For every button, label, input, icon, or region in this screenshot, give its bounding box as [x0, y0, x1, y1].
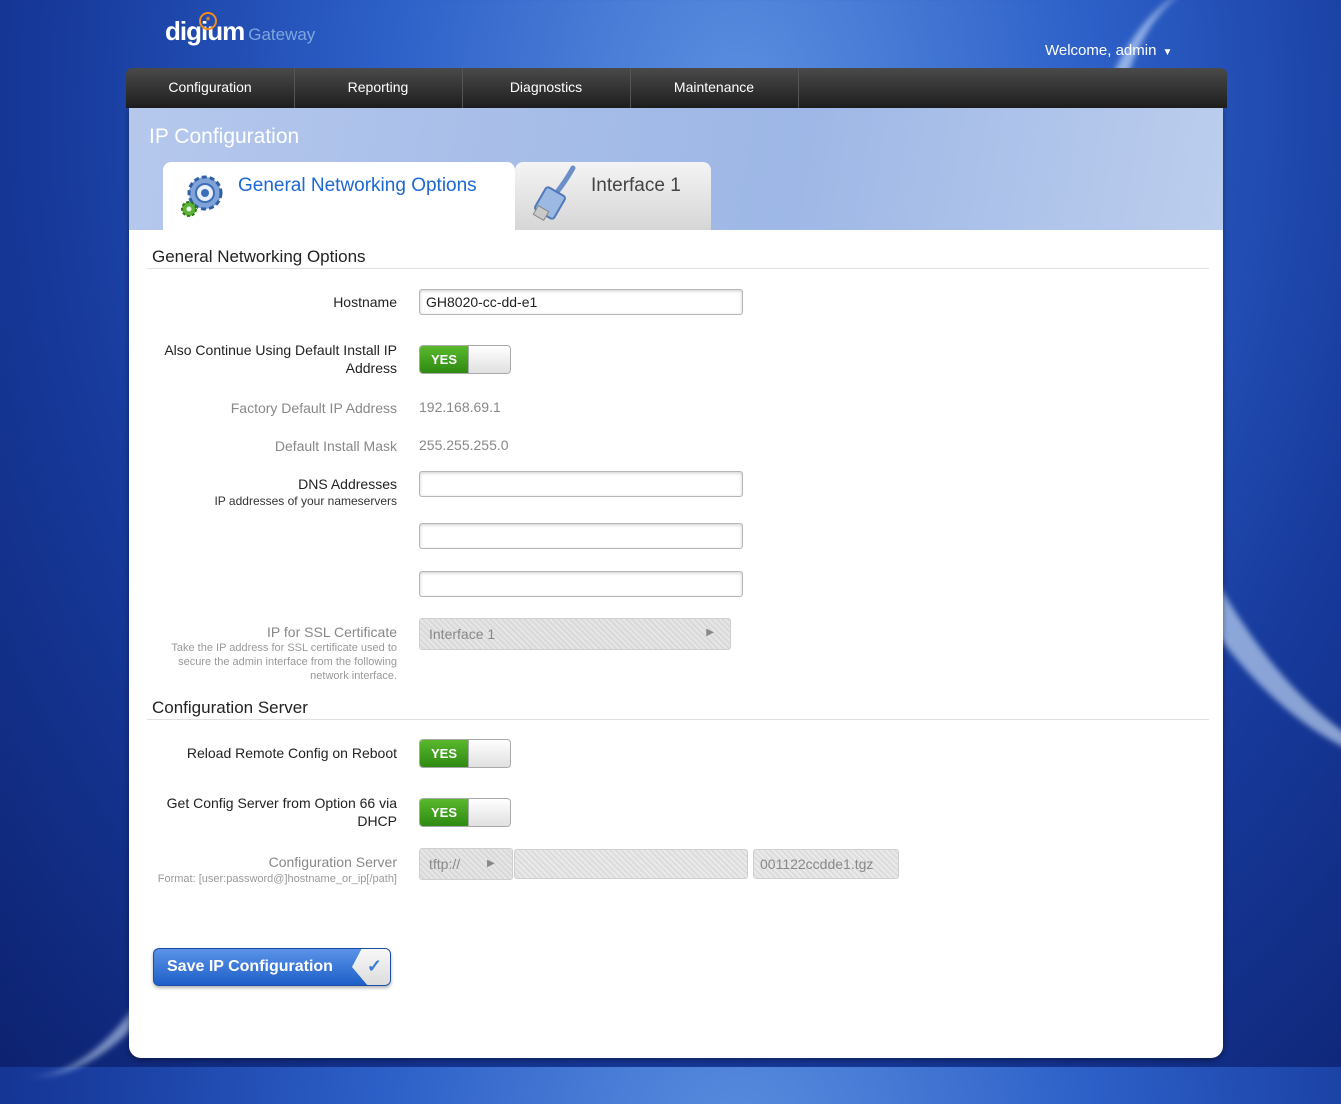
page-title: IP Configuration	[149, 125, 300, 148]
dns-input-1[interactable]	[419, 471, 743, 497]
page-header: IP Configuration General Networking Opti…	[129, 108, 1223, 230]
ssl-help: Take the IP address for SSL certificate …	[171, 642, 397, 682]
tab-interface-1-label: Interface 1	[591, 175, 681, 196]
hostname-input[interactable]: GH8020-cc-dd-e1	[419, 289, 743, 315]
section-divider	[147, 268, 1209, 269]
welcome-text: Welcome, admin	[1045, 42, 1157, 59]
save-ip-configuration-button[interactable]: Save IP Configuration ✓	[153, 948, 391, 986]
dns-input-2[interactable]	[419, 523, 743, 549]
toggle-knob	[468, 799, 510, 826]
nav-maintenance[interactable]: Maintenance	[630, 68, 799, 108]
dns-label: DNS Addresses	[298, 476, 397, 492]
chevron-right-icon: ▶	[487, 858, 495, 869]
save-button-label: Save IP Configuration	[167, 958, 333, 975]
toggle-on-label: YES	[420, 740, 468, 767]
chevron-down-icon: ▼	[1162, 47, 1173, 58]
default-install-ip-label: Also Continue Using Default Install IP A…	[164, 342, 397, 376]
ssl-label: IP for SSL Certificate	[267, 624, 397, 640]
factory-ip-label: Factory Default IP Address	[230, 400, 397, 416]
user-menu[interactable]: Welcome, admin ▼	[1045, 42, 1172, 59]
install-mask-label: Default Install Mask	[274, 438, 397, 454]
nav-diagnostics[interactable]: Diagnostics	[462, 68, 631, 108]
dns-help: IP addresses of your nameservers	[214, 494, 397, 508]
protocol-select[interactable]: tftp:// ▶	[419, 848, 513, 880]
logo-product: Gateway	[248, 25, 316, 44]
chevron-right-icon: ▶	[706, 627, 714, 638]
section-title-general: General Networking Options	[152, 247, 366, 266]
reload-on-reboot-label: Reload Remote Config on Reboot	[186, 745, 397, 761]
protocol-value: tftp://	[429, 856, 461, 872]
config-server-format-help: Format: [user:password@]hostname_or_ip[/…	[157, 873, 397, 885]
app-logo: * digium Gateway	[165, 12, 316, 47]
content-panel: IP Configuration General Networking Opti…	[129, 108, 1223, 1058]
section-title-config-server: Configuration Server	[152, 698, 308, 717]
gear-icon	[181, 175, 223, 217]
ssl-interface-select[interactable]: Interface 1 ▶	[419, 618, 731, 650]
reload-on-reboot-toggle[interactable]: YES	[419, 739, 511, 768]
logo-star-icon: *	[199, 12, 217, 30]
toggle-on-label: YES	[420, 799, 468, 826]
option66-toggle[interactable]: YES	[419, 798, 511, 827]
checkmark-icon: ✓	[366, 956, 382, 976]
toggle-on-label: YES	[420, 346, 468, 373]
nav-configuration[interactable]: Configuration	[126, 68, 295, 108]
ethernet-cable-icon	[532, 165, 576, 222]
config-server-filename-input[interactable]: 001122ccdde1.tgz	[753, 849, 899, 879]
default-install-ip-toggle[interactable]: YES	[419, 345, 511, 374]
section-divider	[147, 719, 1209, 720]
install-mask-value: 255.255.255.0	[419, 437, 509, 453]
toggle-knob	[468, 346, 510, 373]
factory-ip-value: 192.168.69.1	[419, 399, 501, 415]
config-server-host-input[interactable]	[514, 849, 748, 879]
nav-reporting[interactable]: Reporting	[294, 68, 463, 108]
hostname-label: Hostname	[333, 294, 397, 310]
ssl-interface-value: Interface 1	[429, 626, 496, 642]
option66-label: Get Config Server from Option 66 via DHC…	[166, 795, 397, 829]
tab-interface-1[interactable]: Interface 1	[515, 162, 711, 230]
dns-input-3[interactable]	[419, 571, 743, 597]
config-server-filename-value: 001122ccdde1.tgz	[760, 856, 874, 872]
config-server-label: Configuration Server	[268, 854, 397, 870]
main-navbar: Configuration Reporting Diagnostics Main…	[126, 68, 1227, 108]
tab-general-networking[interactable]: General Networking Options	[163, 162, 515, 230]
tab-general-networking-label: General Networking Options	[238, 175, 477, 196]
toggle-knob	[468, 740, 510, 767]
